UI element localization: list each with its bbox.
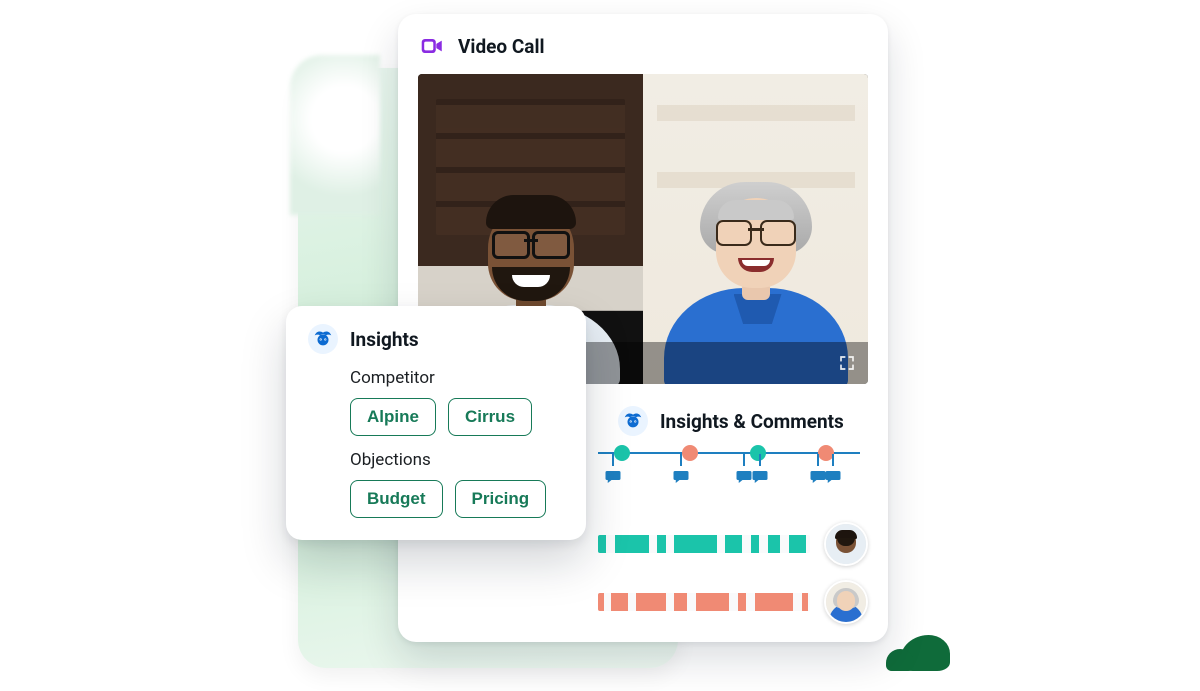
einstein-icon xyxy=(618,406,648,436)
speaker-row-1 xyxy=(598,522,868,566)
speaker-2-talk-track[interactable] xyxy=(598,593,810,611)
talk-segment xyxy=(725,535,742,553)
speaker-1-avatar[interactable] xyxy=(824,522,868,566)
talk-segment xyxy=(598,593,604,611)
talk-segment xyxy=(674,593,687,611)
video-call-title: Video Call xyxy=(458,35,545,58)
talk-segment xyxy=(768,535,781,553)
chip-pricing[interactable]: Pricing xyxy=(455,480,547,518)
einstein-icon xyxy=(308,324,338,354)
video-call-header: Video Call xyxy=(418,32,868,60)
insights-section-competitor-label: Competitor xyxy=(308,368,564,388)
insights-timeline[interactable] xyxy=(598,452,860,508)
fullscreen-icon[interactable] xyxy=(838,354,856,372)
talk-segment xyxy=(636,593,666,611)
talk-segment xyxy=(802,593,808,611)
talk-segment xyxy=(611,593,628,611)
background-sky-accent xyxy=(290,55,380,215)
insights-title: Insights xyxy=(350,328,419,351)
speaker-2-avatar[interactable] xyxy=(824,580,868,624)
video-camera-icon xyxy=(418,32,446,60)
insights-objections-chips: Budget Pricing xyxy=(308,480,564,518)
insights-header: Insights xyxy=(308,324,564,354)
talk-segment xyxy=(696,593,730,611)
chip-cirrus[interactable]: Cirrus xyxy=(448,398,532,436)
talk-segment xyxy=(755,593,793,611)
chip-alpine[interactable]: Alpine xyxy=(350,398,436,436)
timeline-comment-icon[interactable] xyxy=(823,468,843,486)
video-participant-2[interactable] xyxy=(643,74,868,384)
timeline-marker[interactable] xyxy=(614,445,630,461)
timeline-marker[interactable] xyxy=(682,445,698,461)
timeline-marker[interactable] xyxy=(750,445,766,461)
talk-segment xyxy=(598,535,606,553)
talk-segment xyxy=(738,593,746,611)
insights-card: Insights Competitor Alpine Cirrus Object… xyxy=(286,306,586,540)
timeline-comment-icon[interactable] xyxy=(750,468,770,486)
insights-section-objections-label: Objections xyxy=(308,450,564,470)
speaker-1-talk-track[interactable] xyxy=(598,535,810,553)
talk-segment xyxy=(789,535,806,553)
talk-segment xyxy=(751,535,759,553)
talk-segment xyxy=(657,535,665,553)
insights-competitor-chips: Alpine Cirrus xyxy=(308,398,564,436)
talk-segment xyxy=(615,535,649,553)
decorative-bush xyxy=(900,635,950,671)
insights-comments-title: Insights & Comments xyxy=(660,410,844,433)
timeline-comment-icon[interactable] xyxy=(671,468,691,486)
talk-segment xyxy=(674,535,716,553)
chip-budget[interactable]: Budget xyxy=(350,480,443,518)
speaker-row-2 xyxy=(598,580,868,624)
timeline-comment-icon[interactable] xyxy=(603,468,623,486)
